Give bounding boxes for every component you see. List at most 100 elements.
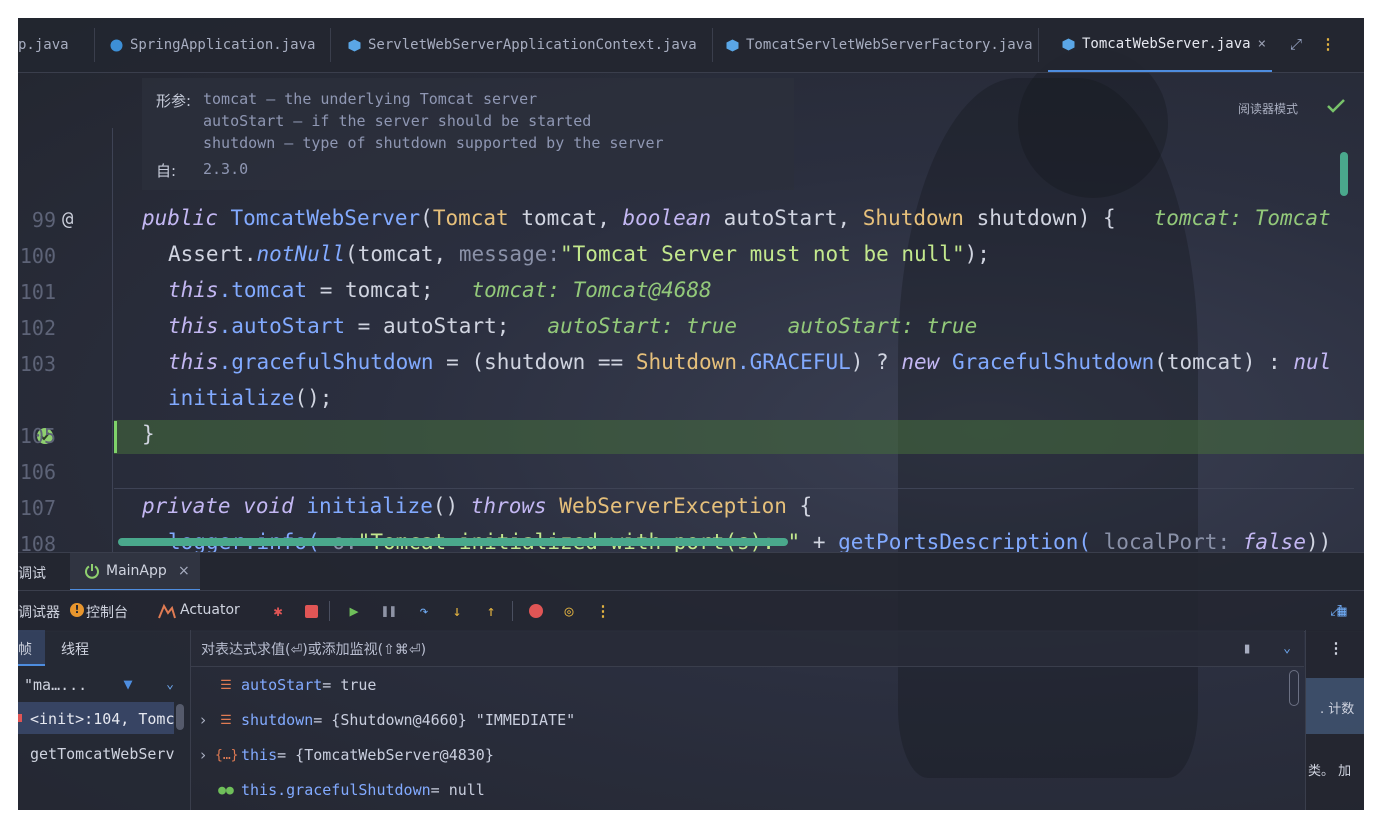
- java-class-icon: [348, 39, 361, 51]
- view-breakpoints-icon[interactable]: [526, 601, 546, 621]
- tab-p-java[interactable]: p.java: [18, 18, 69, 72]
- pause-icon[interactable]: ❚❚: [379, 601, 399, 621]
- code-line[interactable]: Assert.notNull(tomcat, message:"Tomcat S…: [168, 242, 990, 266]
- variable-row[interactable]: › {…} this = {TomcatWebServer@4830}: [191, 738, 493, 772]
- object-var-icon: ☰: [220, 712, 232, 728]
- code-line[interactable]: this.gracefulShutdown = (shutdown == Shu…: [168, 350, 1331, 374]
- tab-divider: [330, 28, 331, 62]
- line-number: 100: [19, 244, 56, 268]
- side-text: . 计数: [1320, 702, 1355, 717]
- console-tab[interactable]: 控制台: [86, 602, 128, 622]
- line-number: 107: [19, 496, 56, 520]
- frame-item[interactable]: <init>:104, Tomc: [30, 710, 175, 728]
- tab-tomcatservletwebserverfactory[interactable]: TomcatServletWebServerFactory.java: [726, 18, 1033, 72]
- mute-breakpoints-icon[interactable]: ◎: [559, 601, 579, 621]
- doc-param: shutdown – type of shutdown supported by…: [203, 134, 664, 152]
- annotation-at-icon: @: [62, 208, 74, 230]
- evaluate-input[interactable]: 对表达式求值(⏎)或添加监视(⇧⌘⏎): [201, 639, 426, 659]
- tab-label: ServletWebServerApplicationContext.java: [368, 37, 697, 53]
- editor-tab-bar: p.java SpringApplication.java ServletWeb…: [18, 18, 1364, 73]
- current-execution-line: [114, 420, 1364, 454]
- step-out-icon[interactable]: ↑: [481, 601, 501, 621]
- doc-param: autoStart – if the server should be star…: [203, 112, 592, 130]
- checkmark-icon: [1327, 99, 1345, 113]
- close-tab-icon[interactable]: ×: [1258, 36, 1266, 52]
- thread-selector[interactable]: "ma…...: [24, 676, 87, 694]
- step-over-icon[interactable]: ↷: [414, 601, 434, 621]
- more-options-icon[interactable]: ⋮: [1326, 638, 1346, 658]
- threads-tab[interactable]: 线程: [61, 639, 89, 659]
- tab-label: p.java: [18, 37, 69, 53]
- line-number: 101: [19, 280, 56, 304]
- breakpoint-frame-marker: [18, 714, 22, 722]
- java-class-icon: [726, 39, 739, 51]
- primitive-var-icon: ☰: [220, 677, 232, 693]
- session-label: MainApp: [106, 563, 167, 579]
- vertical-scrollbar[interactable]: [1340, 152, 1348, 196]
- filter-icon[interactable]: ▼: [118, 674, 138, 694]
- chevron-down-icon[interactable]: ⌄: [160, 674, 180, 694]
- doc-param: tomcat – the underlying Tomcat server: [203, 90, 538, 108]
- variable-row[interactable]: ●● this.gracefulShutdown = null: [191, 773, 485, 807]
- doc-params-label: 形参:: [156, 92, 192, 110]
- javadoc-block: 形参: tomcat – the underlying Tomcat serve…: [142, 78, 794, 190]
- more-options-icon[interactable]: ⋮: [1318, 34, 1338, 54]
- chevron-down-icon[interactable]: ⌄: [1277, 638, 1297, 658]
- variables-scrollbar[interactable]: [1289, 670, 1299, 706]
- java-class-icon: [110, 39, 123, 51]
- line-number: 99: [31, 208, 56, 232]
- debug-title: 调试: [18, 566, 46, 582]
- ide-window: p.java SpringApplication.java ServletWeb…: [18, 18, 1364, 810]
- tab-tomcatwebserver[interactable]: TomcatWebServer.java ×: [1048, 18, 1272, 72]
- tab-label: TomcatWebServer.java: [1082, 36, 1251, 52]
- more-icon[interactable]: ⋮: [593, 601, 613, 621]
- doc-since-value: 2.3.0: [203, 160, 249, 178]
- watch-glasses-icon: ●●: [218, 782, 234, 798]
- step-into-icon[interactable]: ↓: [447, 601, 467, 621]
- code-editor[interactable]: 形参: tomcat – the underlying Tomcat serve…: [18, 72, 1364, 552]
- debugger-tab[interactable]: 调试器: [18, 602, 60, 622]
- line-number: 108: [19, 532, 56, 552]
- chevron-right-icon[interactable]: ›: [191, 711, 215, 729]
- maximize-icon[interactable]: ⤢: [1286, 34, 1306, 54]
- rerun-debug-icon[interactable]: ✱: [268, 601, 288, 621]
- tab-springapplication[interactable]: SpringApplication.java: [110, 18, 315, 72]
- code-line-current[interactable]: initialize();: [168, 386, 332, 410]
- resume-icon[interactable]: ▶: [344, 601, 364, 621]
- reader-mode-button[interactable]: 阅读器模式: [1238, 100, 1298, 117]
- expand-icon[interactable]: ⤢: [1326, 600, 1346, 620]
- code-line[interactable]: private void initialize() throws WebServ…: [142, 494, 812, 518]
- side-panel: ⤢ ⋮ . 计数 类。 加: [1305, 601, 1364, 810]
- tab-label: SpringApplication.java: [130, 37, 316, 53]
- gutter-divider: [112, 128, 113, 552]
- variables-panel: 对表达式求值(⏎)或添加监视(⇧⌘⏎) ▮ ⌄ ☰ autoStart = tr…: [191, 630, 1304, 810]
- tab-divider: [94, 28, 95, 62]
- horizontal-scrollbar[interactable]: [118, 538, 788, 546]
- code-line[interactable]: this.autoStart = autoStart; autoStart: t…: [168, 314, 977, 338]
- bookmark-icon[interactable]: ▮: [1237, 638, 1257, 658]
- code-line[interactable]: this.tomcat = tomcat; tomcat: Tomcat@468…: [168, 278, 712, 302]
- debug-header: 调试 MainApp ×: [18, 552, 1364, 591]
- actuator-tab[interactable]: Actuator: [180, 602, 240, 618]
- variable-row[interactable]: › ☰ shutdown = {Shutdown@4660} "IMMEDIATE…: [191, 703, 575, 737]
- power-icon: [85, 564, 99, 579]
- warning-icon: !: [70, 603, 84, 617]
- toolbar-divider: [512, 601, 513, 621]
- java-class-icon: [1062, 38, 1075, 50]
- variable-row[interactable]: ☰ autoStart = true: [191, 668, 376, 702]
- chevron-right-icon[interactable]: ›: [191, 746, 215, 764]
- close-session-icon[interactable]: ×: [178, 563, 190, 579]
- stop-icon[interactable]: [301, 601, 321, 621]
- frames-scrollbar[interactable]: [176, 704, 184, 730]
- code-line[interactable]: }: [142, 422, 155, 446]
- line-number: 106: [19, 460, 56, 484]
- code-line[interactable]: public TomcatWebServer(Tomcat tomcat, bo…: [142, 206, 1331, 230]
- tab-divider: [712, 28, 713, 62]
- session-tab-mainapp[interactable]: MainApp ×: [70, 553, 200, 591]
- tab-servletwebserverapplicationcontext[interactable]: ServletWebServerApplicationContext.java: [348, 18, 697, 72]
- frames-tab[interactable]: 帧: [18, 639, 32, 659]
- evaluate-expression-bar[interactable]: 对表达式求值(⏎)或添加监视(⇧⌘⏎) ▮ ⌄: [191, 630, 1304, 667]
- frames-panel: 帧 线程 "ma…... ▼ ⌄ <init>:104, Tomc getTom…: [18, 630, 191, 810]
- frame-item[interactable]: getTomcatWebServ: [30, 745, 175, 763]
- tab-label: TomcatServletWebServerFactory.java: [746, 37, 1033, 53]
